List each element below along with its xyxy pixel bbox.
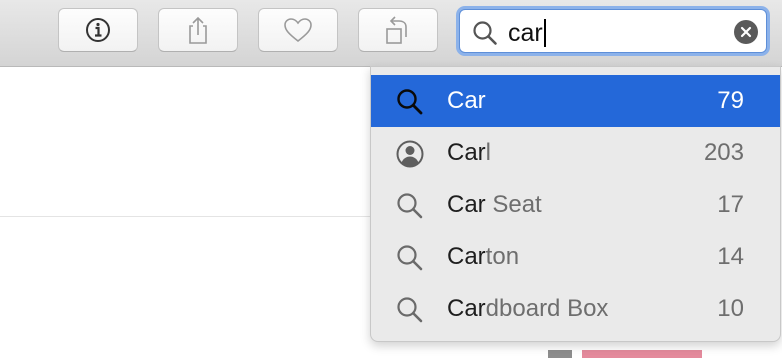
suggestion-car-seat[interactable]: Car Seat 17 (371, 179, 780, 231)
content-divider (0, 216, 372, 217)
info-button[interactable] (58, 8, 138, 52)
photo-thumbnail[interactable] (548, 350, 572, 358)
photo-thumbnail[interactable] (582, 350, 702, 358)
suggestion-count: 14 (717, 243, 744, 270)
search-field[interactable]: car (459, 9, 767, 53)
suggestion-carton[interactable]: Carton 14 (371, 231, 780, 283)
info-circle-icon (86, 18, 110, 42)
suggestion-label: Cardboard Box (447, 295, 609, 322)
share-button[interactable] (158, 8, 238, 52)
search-icon (395, 87, 425, 117)
clear-search-button[interactable] (734, 20, 758, 44)
suggestion-label: Carl (447, 139, 492, 166)
person-icon (395, 139, 425, 169)
clear-x-icon (740, 26, 752, 38)
suggestion-label: Car (447, 87, 486, 114)
suggestion-count: 79 (717, 87, 744, 114)
toolbar: car (0, 0, 782, 67)
rotate-button[interactable] (358, 8, 438, 52)
search-icon (395, 191, 425, 221)
search-suggestions-dropdown: Car 79 Carl 203 Car Seat 17 Carton 14 Ca… (370, 66, 781, 342)
suggestion-car[interactable]: Car 79 (371, 75, 780, 127)
search-focus-ring: car (456, 6, 770, 56)
photo-thumbnails-partial (548, 350, 702, 358)
search-icon (395, 295, 425, 325)
suggestion-label: Car Seat (447, 191, 542, 218)
search-icon (395, 243, 425, 273)
search-input[interactable]: car (508, 19, 546, 47)
favorite-button[interactable] (258, 8, 338, 52)
text-caret (543, 19, 546, 47)
suggestion-count: 17 (717, 191, 744, 218)
rotate-left-icon (386, 16, 407, 44)
heart-icon (284, 18, 312, 43)
suggestion-carl[interactable]: Carl 203 (371, 127, 780, 179)
suggestion-count: 203 (703, 139, 744, 166)
search-input-value: car (508, 19, 543, 47)
search-icon (472, 20, 498, 51)
suggestion-label: Carton (447, 243, 520, 270)
suggestion-count: 10 (717, 295, 744, 322)
suggestion-cardboard-box[interactable]: Cardboard Box 10 (371, 283, 780, 335)
share-icon (189, 16, 207, 44)
